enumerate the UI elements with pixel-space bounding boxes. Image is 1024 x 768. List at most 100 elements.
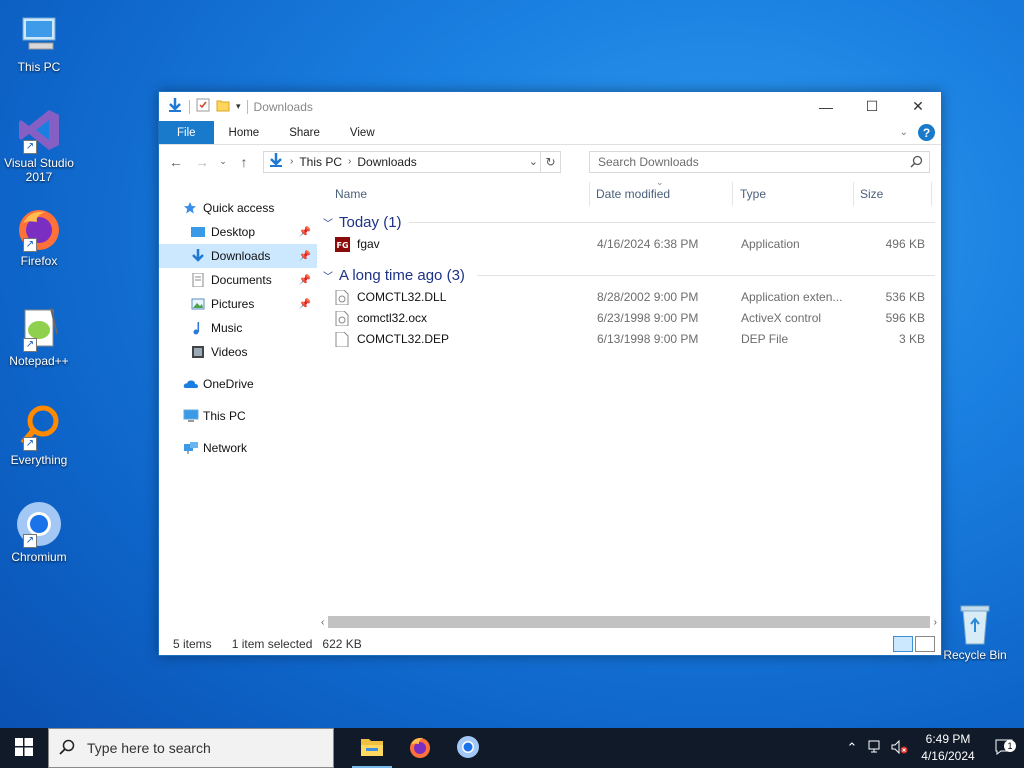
shortcut-arrow-icon: ↗	[23, 534, 37, 548]
clock[interactable]: 6:49 PM 4/16/2024	[912, 731, 984, 765]
nav-videos[interactable]: Videos	[159, 340, 317, 364]
taskbar-file-explorer[interactable]	[348, 728, 396, 768]
scroll-left-icon[interactable]: ‹	[321, 617, 324, 628]
tab-file[interactable]: File	[159, 121, 214, 144]
desktop-icon-notepadpp[interactable]: ↗ Notepad++	[4, 304, 74, 368]
show-hidden-icons-icon[interactable]: ⌃	[840, 740, 864, 756]
pin-icon[interactable]: 📌	[299, 227, 311, 238]
properties-icon[interactable]	[196, 98, 210, 115]
file-date: 6/23/1998 9:00 PM	[597, 311, 699, 325]
column-divider[interactable]	[589, 182, 590, 206]
forward-button[interactable]: →	[191, 151, 213, 173]
title-bar[interactable]: ▾ Downloads — ☐ ✕	[159, 92, 941, 121]
file-row[interactable]: COMCTL32.DEP 6/13/1998 9:00 PM DEP File …	[317, 329, 941, 350]
fg-app-icon: FG	[335, 237, 350, 255]
pin-icon[interactable]: 📌	[299, 251, 311, 262]
column-divider[interactable]	[732, 182, 733, 206]
nav-downloads[interactable]: Downloads 📌	[159, 244, 317, 268]
column-headers: Name Date modified ⌄ Type Size	[317, 177, 941, 208]
nav-this-pc[interactable]: This PC	[159, 404, 317, 428]
column-divider[interactable]	[931, 182, 932, 206]
column-size[interactable]: Size	[860, 187, 883, 201]
file-row[interactable]: FG fgav 4/16/2024 6:38 PM Application 49…	[317, 234, 941, 255]
desktop-icon-chromium[interactable]: ↗ Chromium	[4, 500, 74, 564]
start-button[interactable]	[0, 728, 48, 768]
volume-muted-icon[interactable]	[888, 739, 912, 757]
file-explorer-icon	[360, 737, 384, 760]
videos-icon	[191, 345, 205, 359]
file-row[interactable]: COMCTL32.DLL 8/28/2002 9:00 PM Applicati…	[317, 287, 941, 308]
group-header[interactable]: ﹀ Today (1)	[317, 210, 941, 234]
windows-logo-icon	[15, 737, 33, 759]
file-row[interactable]: comctl32.ocx 6/23/1998 9:00 PM ActiveX c…	[317, 308, 941, 329]
desktop-icon-label: Recycle Bin	[943, 648, 1007, 662]
tab-view[interactable]: View	[335, 121, 390, 144]
search-input[interactable]: Search Downloads	[589, 150, 930, 173]
nav-documents[interactable]: Documents 📌	[159, 268, 317, 292]
action-center-button[interactable]: 1	[984, 739, 1024, 758]
nav-desktop[interactable]: Desktop 📌	[159, 220, 317, 244]
desktop-icon-this-pc[interactable]: This PC	[4, 10, 74, 74]
column-name[interactable]: Name	[335, 187, 367, 201]
minimize-button[interactable]: —	[803, 92, 849, 121]
collapse-chevron-icon[interactable]: ﹀	[323, 215, 333, 230]
nav-label: Music	[211, 321, 243, 335]
desktop-icon-visual-studio[interactable]: ↗ Visual Studio 2017	[4, 106, 74, 184]
file-type: DEP File	[741, 332, 789, 346]
tab-home[interactable]: Home	[214, 121, 275, 144]
details-view-icon[interactable]	[893, 636, 913, 652]
downloads-arrow-icon	[167, 97, 183, 116]
toolbar-separator	[246, 99, 248, 114]
large-icons-view-icon[interactable]	[915, 636, 935, 652]
system-tray: ⌃ 6:49 PM 4/16/2024 1	[840, 728, 1024, 768]
recent-locations-icon[interactable]: ⌄	[217, 151, 229, 173]
collapse-chevron-icon[interactable]: ﹀	[323, 268, 333, 283]
column-divider[interactable]	[853, 182, 854, 206]
tab-share[interactable]: Share	[274, 121, 335, 144]
back-button[interactable]: ←	[165, 151, 187, 173]
up-button[interactable]: ↑	[233, 151, 255, 173]
group-header[interactable]: ﹀ A long time ago (3)	[317, 263, 941, 287]
nav-pictures[interactable]: Pictures 📌	[159, 292, 317, 316]
desktop-icon-label: Firefox	[20, 254, 58, 268]
customize-toolbar-dropdown-icon[interactable]: ▾	[236, 101, 241, 112]
column-type[interactable]: Type	[740, 187, 766, 201]
expand-ribbon-icon[interactable]: ⌄	[900, 127, 908, 138]
desktop-icon-firefox[interactable]: ↗ Firefox	[4, 204, 74, 268]
nav-quick-access[interactable]: Quick access	[159, 196, 317, 220]
horizontal-scrollbar[interactable]: ‹ ›	[321, 615, 937, 629]
breadcrumb-this-pc[interactable]: This PC	[299, 155, 342, 169]
everything-search-icon: ↗	[15, 403, 63, 451]
pin-icon[interactable]: 📌	[299, 275, 311, 286]
pin-icon[interactable]: 📌	[299, 299, 311, 310]
shortcut-arrow-icon: ↗	[23, 338, 37, 352]
help-icon[interactable]: ?	[918, 124, 935, 141]
group-title: A long time ago (3)	[339, 266, 465, 284]
file-list: Name Date modified ⌄ Type Size ﹀ Today (…	[317, 177, 941, 633]
ocx-file-icon	[335, 310, 349, 329]
music-icon	[191, 321, 205, 335]
nav-network[interactable]: Network	[159, 436, 317, 460]
taskbar-firefox[interactable]	[396, 728, 444, 768]
refresh-button[interactable]: ↻	[540, 151, 560, 172]
computer-icon	[183, 409, 199, 423]
new-folder-icon[interactable]	[216, 98, 230, 115]
maximize-button[interactable]: ☐	[849, 92, 895, 121]
desktop-icon-recycle-bin[interactable]: Recycle Bin	[942, 600, 1008, 662]
taskbar-chromium[interactable]	[444, 728, 492, 768]
desktop-icon-everything[interactable]: ↗ Everything	[4, 403, 74, 467]
shortcut-arrow-icon: ↗	[23, 140, 37, 154]
view-toggle	[893, 636, 935, 652]
column-date[interactable]: Date modified	[596, 187, 670, 201]
network-status-icon[interactable]	[864, 740, 888, 757]
close-button[interactable]: ✕	[895, 92, 941, 121]
scrollbar-thumb[interactable]	[328, 616, 930, 628]
scroll-right-icon[interactable]: ›	[934, 617, 937, 628]
nav-onedrive[interactable]: OneDrive	[159, 372, 317, 396]
address-bar[interactable]: › This PC › Downloads ⌄ ↻	[263, 150, 561, 173]
pictures-icon	[191, 297, 205, 311]
nav-music[interactable]: Music	[159, 316, 317, 340]
breadcrumb-downloads[interactable]: Downloads	[357, 155, 416, 169]
address-dropdown-icon[interactable]: ⌄	[529, 155, 538, 168]
taskbar-search-box[interactable]: Type here to search	[48, 728, 334, 768]
